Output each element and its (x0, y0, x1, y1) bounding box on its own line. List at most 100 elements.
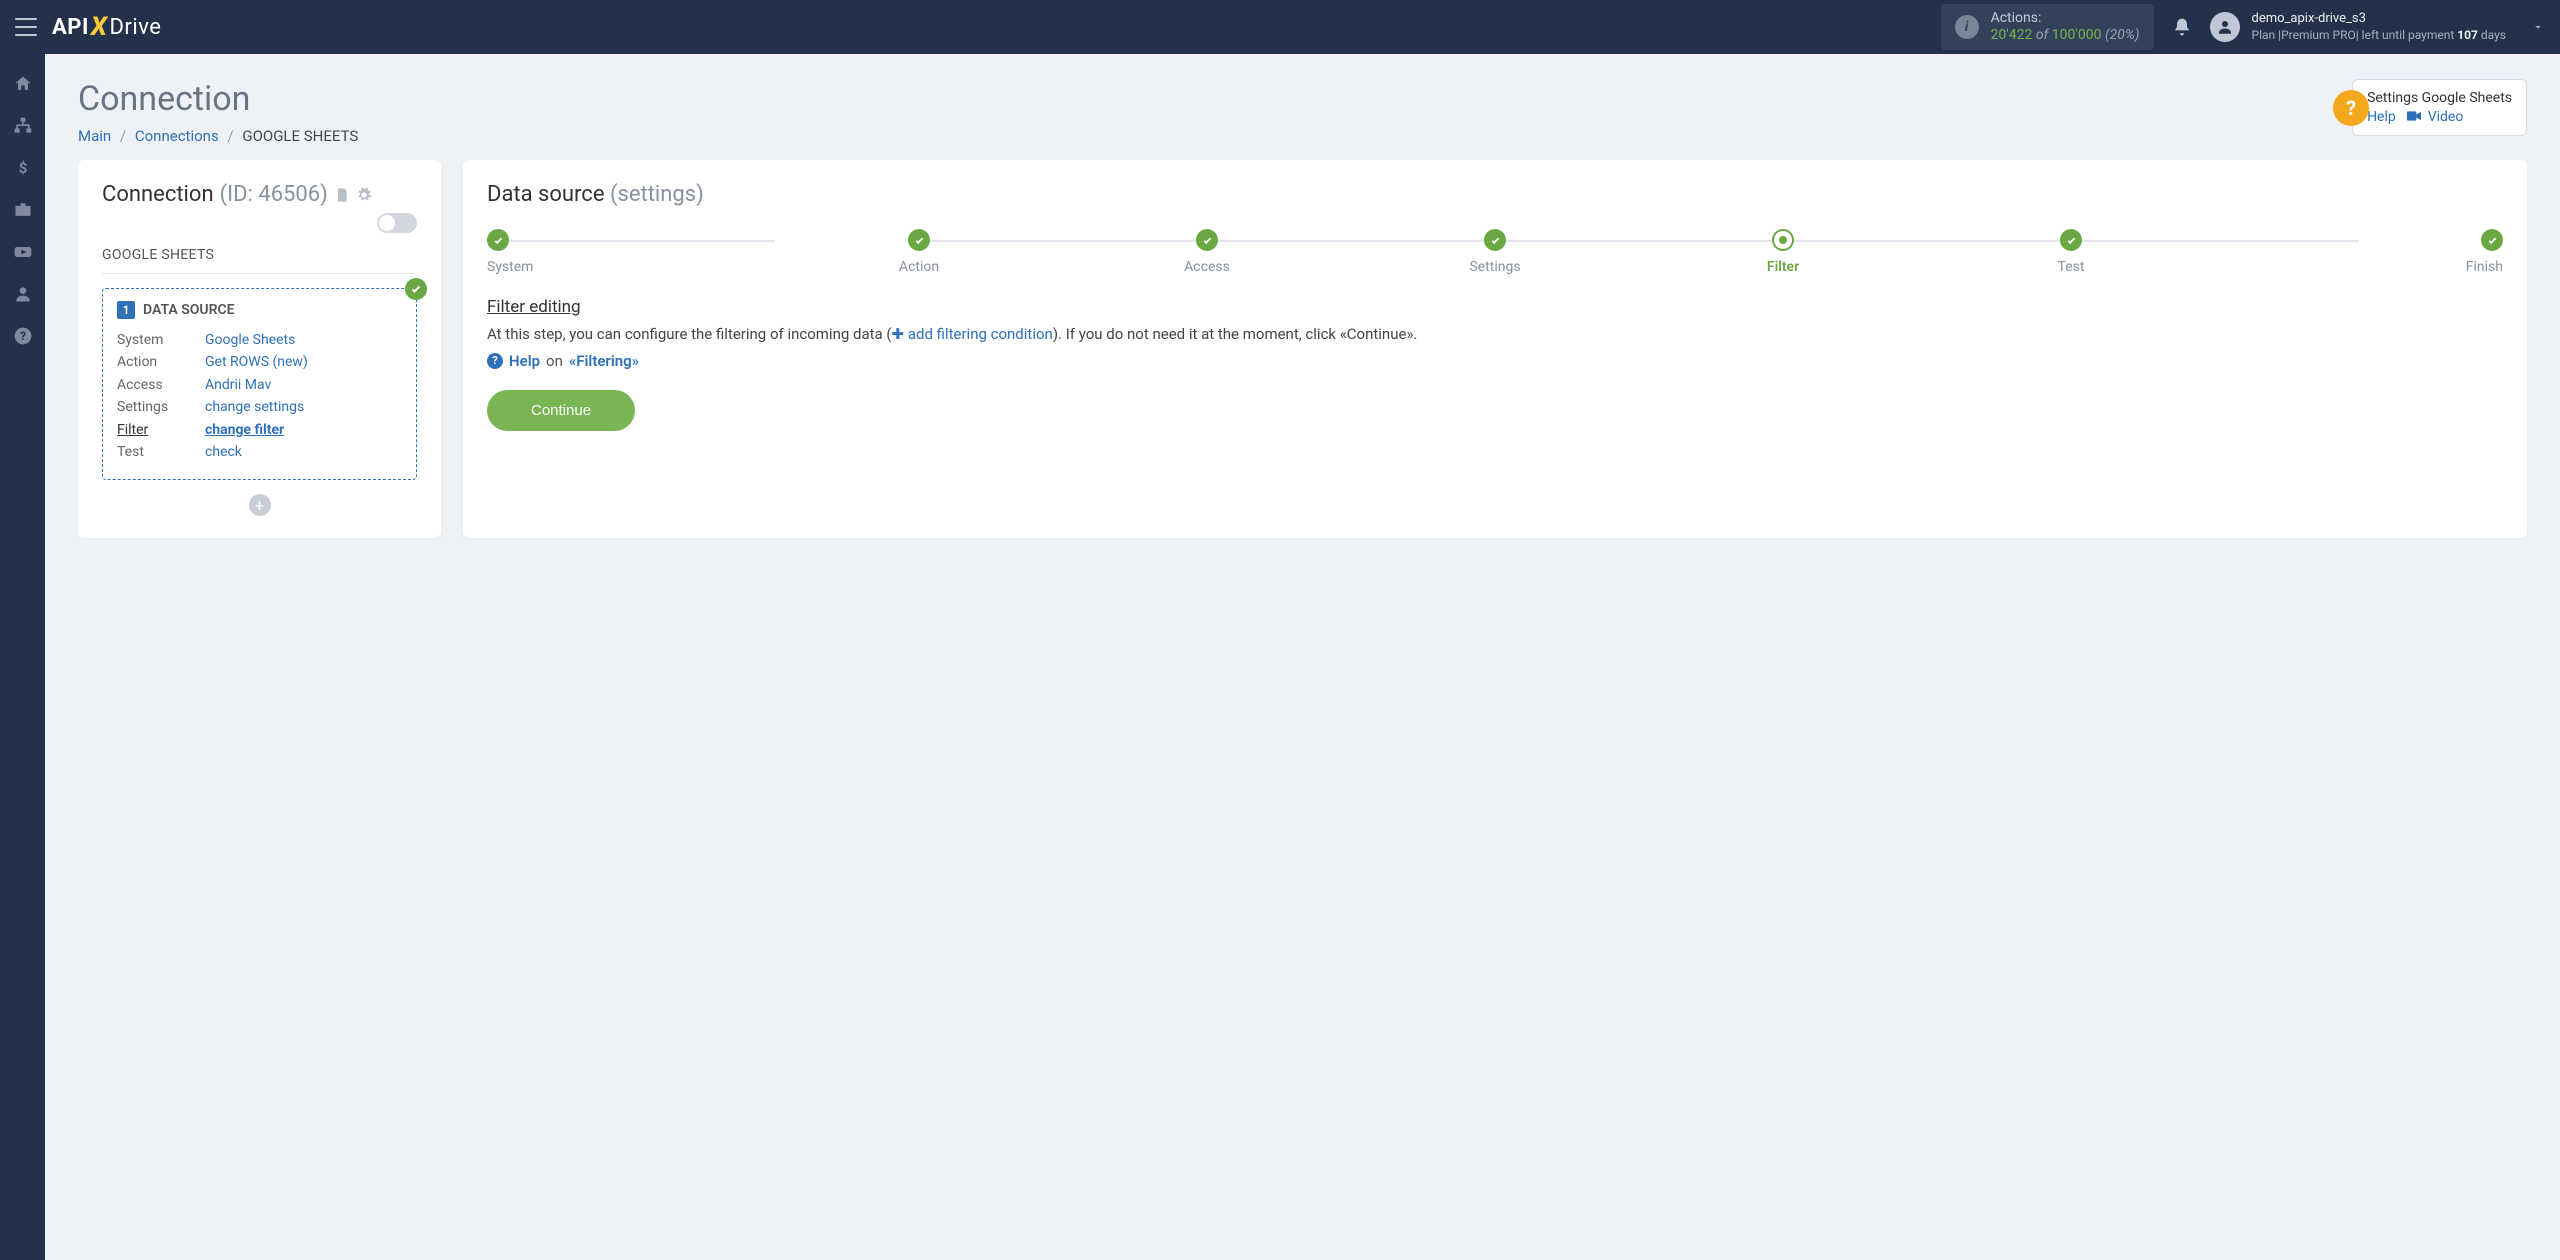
ds-settings-sub: (settings) (610, 182, 704, 207)
step-dot (1196, 229, 1218, 251)
info-icon: i (1955, 15, 1979, 39)
page-title: Connection (78, 79, 358, 119)
plus-icon: ✚ (892, 325, 908, 343)
menu-toggle[interactable] (15, 18, 37, 36)
filter-editing-title: Filter editing (487, 297, 2503, 317)
step-dot (487, 229, 509, 251)
actions-label: Actions: (1991, 10, 2140, 27)
step-action[interactable]: Action (775, 229, 1063, 275)
connection-label: Connection (102, 182, 214, 207)
add-filtering-link[interactable]: add filtering condition (908, 325, 1053, 343)
connection-toggle[interactable] (377, 213, 417, 233)
ds-row-key: System (117, 329, 205, 351)
actions-pct: (20%) (2105, 27, 2140, 43)
breadcrumb: Main / Connections / GOOGLE SHEETS (78, 127, 358, 145)
step-label: Finish (2466, 259, 2503, 275)
step-label: Action (899, 259, 939, 275)
breadcrumb-connections[interactable]: Connections (135, 127, 219, 145)
filter-editing-body: At this step, you can configure the filt… (487, 323, 2503, 346)
ds-row-link[interactable]: Google Sheets (205, 332, 295, 348)
ds-row-key: Settings (117, 396, 205, 418)
actions-of: of (2036, 27, 2048, 43)
connection-service: GOOGLE SHEETS (102, 247, 417, 274)
logo-x: X (91, 12, 108, 42)
content: Connection Main / Connections / GOOGLE S… (45, 54, 2560, 1260)
continue-button[interactable]: Continue (487, 390, 635, 431)
bell-icon[interactable] (2172, 17, 2192, 37)
ds-title: DATA SOURCE (143, 302, 235, 318)
ds-row-access: AccessAndrii Mav (117, 374, 402, 396)
help-card-title: Settings Google Sheets (2367, 90, 2512, 106)
ds-row-system: SystemGoogle Sheets (117, 329, 402, 351)
ds-row-action: ActionGet ROWS (new) (117, 351, 402, 373)
svg-text:?: ? (20, 329, 26, 343)
user-plan: Plan |Premium PRO| left until payment 10… (2252, 28, 2506, 43)
step-test[interactable]: Test (1927, 229, 2215, 275)
ds-row-key: Filter (117, 419, 205, 441)
actions-total: 100'000 (2052, 27, 2102, 43)
help-card: ? Settings Google Sheets Help Video (2352, 79, 2527, 136)
ds-row-link[interactable]: Get ROWS (new) (205, 354, 308, 370)
step-dot (1772, 229, 1794, 251)
ds-row-link[interactable]: Andrii Mav (205, 377, 271, 393)
gear-icon[interactable] (356, 187, 372, 203)
step-label: Settings (1469, 259, 1520, 275)
ds-row-key: Test (117, 441, 205, 463)
dollar-icon[interactable]: $ (13, 158, 33, 178)
breadcrumb-current: GOOGLE SHEETS (242, 127, 358, 145)
ds-row-settings: Settingschange settings (117, 396, 402, 418)
step-label: Test (2058, 259, 2085, 275)
help-link[interactable]: Help (2367, 109, 2396, 125)
add-button[interactable]: + (249, 494, 271, 516)
logo-api: API (52, 15, 89, 40)
video-link[interactable]: Video (2428, 109, 2464, 125)
user-name: demo_apix-drive_s3 (2252, 11, 2506, 27)
ds-row-link[interactable]: change settings (205, 399, 304, 415)
user-menu[interactable]: demo_apix-drive_s3 Plan |Premium PRO| le… (2210, 11, 2545, 42)
actions-used: 20'422 (1991, 27, 2033, 43)
ds-settings-title: Data source (487, 182, 605, 207)
step-access[interactable]: Access (1063, 229, 1351, 275)
logo[interactable]: APIXDrive (52, 12, 161, 42)
step-settings[interactable]: Settings (1351, 229, 1639, 275)
ds-row-test: Testcheck (117, 441, 402, 463)
ds-row-key: Action (117, 351, 205, 373)
connection-card: Connection (ID: 46506) GOOGLE SHEETS 1 D… (78, 160, 441, 538)
data-source-settings-card: Data source (settings) System Action Acces… (463, 160, 2527, 538)
step-filter[interactable]: Filter (1639, 229, 1927, 275)
question-icon[interactable]: ? (13, 326, 33, 346)
logo-drive: Drive (109, 15, 161, 40)
briefcase-icon[interactable] (13, 200, 33, 220)
breadcrumb-main[interactable]: Main (78, 127, 111, 145)
ds-row-key: Access (117, 374, 205, 396)
ds-row-filter: Filterchange filter (117, 419, 402, 441)
step-finish[interactable]: Finish (2215, 229, 2503, 275)
ds-row-link[interactable]: change filter (205, 422, 284, 438)
step-system[interactable]: System (487, 229, 775, 275)
actions-counter[interactable]: i Actions: 20'422 of 100'000 (20%) (1941, 4, 2154, 50)
svg-text:$: $ (18, 159, 27, 177)
ds-badge: 1 (117, 301, 135, 319)
step-label: Filter (1767, 259, 1799, 275)
check-icon (405, 278, 427, 300)
youtube-icon[interactable] (13, 242, 33, 262)
help-filtering-link[interactable]: Help (509, 352, 540, 370)
data-source-box: 1 DATA SOURCE SystemGoogle SheetsActionG… (102, 288, 417, 480)
step-dot (2060, 229, 2082, 251)
step-label: Access (1184, 259, 1230, 275)
step-dot (908, 229, 930, 251)
step-label: System (487, 259, 533, 275)
help-question-icon: ? (2333, 90, 2369, 126)
sidebar: $ ? (0, 54, 45, 1260)
help-line: ? Help on «Filtering» (487, 352, 2503, 370)
chevron-down-icon (2531, 20, 2545, 34)
ds-row-link[interactable]: check (205, 444, 242, 460)
step-dot (2481, 229, 2503, 251)
stepper: System Action Access Settings Filter Test Fini… (487, 229, 2503, 275)
video-icon (2407, 109, 2424, 125)
home-icon[interactable] (13, 74, 33, 94)
document-icon[interactable] (334, 187, 350, 203)
user-icon[interactable] (13, 284, 33, 304)
sitemap-icon[interactable] (13, 116, 33, 136)
step-dot (1484, 229, 1506, 251)
